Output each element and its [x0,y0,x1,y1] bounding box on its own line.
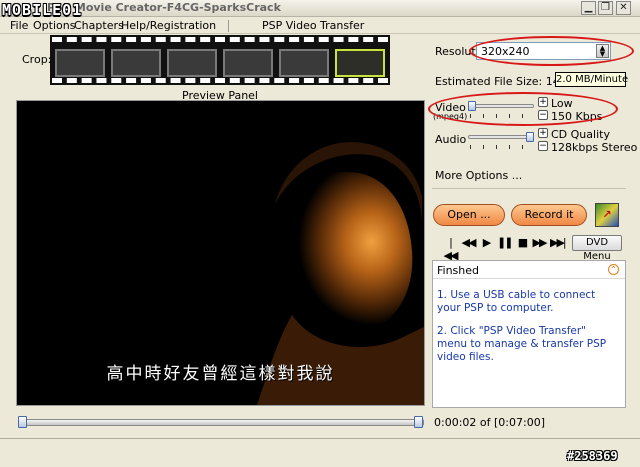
crop-label: Crop: [22,53,52,66]
preview-panel: 高中時好友曾經這樣對我說 [16,100,425,406]
status-step-2: 2. Click "PSP Video Transfer" menu to ma… [437,325,607,363]
menu-options[interactable]: Options [33,19,75,32]
minimize-icon[interactable]: ▁ [581,1,596,15]
crop-frame-2[interactable] [111,49,161,77]
play-icon[interactable]: ▶ [479,236,493,249]
crop-filmstrip [50,35,390,85]
menu-bar: File Options Chapters Help/Registration … [0,18,640,34]
video-subtitle: 高中時好友曾經這樣對我說 [106,364,335,384]
skip-forward-icon[interactable]: ▶▶| [550,236,567,249]
watermark-id: #258369 [567,449,618,463]
open-button[interactable]: Open ... [433,204,505,226]
skip-back-icon[interactable]: |◀◀ [443,236,459,262]
fast-forward-icon[interactable]: ▶▶ [532,236,548,249]
more-options-link[interactable]: More Options ... [435,169,522,182]
audio-bitrate-value: 128kbps Stereo [551,141,638,154]
status-step-1: 1. Use a USB cable to connect your PSP t… [437,289,596,314]
audio-quality-slider[interactable] [468,135,534,139]
record-button[interactable]: Record it [511,204,587,226]
psp-logo-icon[interactable]: ↗ [595,203,619,227]
status-divider [433,278,625,279]
video-highlight-oval [428,92,618,126]
restore-icon[interactable]: ❐ [598,1,613,15]
menu-divider [228,20,229,32]
menu-help-registration[interactable]: Help/Registration [121,19,216,32]
pause-icon[interactable]: ❚❚ [497,236,513,249]
status-title: Finshed [437,264,480,277]
audio-quality-value: CD Quality [551,128,610,141]
rate-badge: 2.0 MB/Minute [555,72,629,87]
audio-slider-thumb[interactable] [526,132,534,142]
status-panel: Finshed ⌃ 1. Use a USB cable to connect … [432,260,626,408]
rewind-icon[interactable]: ◀◀ [461,236,477,249]
collapse-icon[interactable]: ⌃ [608,264,619,275]
audio-label: Audio [435,133,467,146]
audio-ticks [470,145,534,149]
position-slider-thumb[interactable] [18,416,27,428]
resolution-highlight-oval [469,36,634,66]
crop-frame-1[interactable] [55,49,105,77]
minus-icon[interactable]: − [538,141,548,151]
position-slider[interactable] [18,419,424,426]
menu-file[interactable]: File [10,19,28,32]
crop-frame-6[interactable] [335,49,385,77]
plus-icon[interactable]: + [538,128,548,138]
dvd-menu-button[interactable]: DVD Menu [572,235,622,262]
position-end-marker[interactable] [414,416,423,428]
bottom-divider [0,438,640,439]
time-readout: 0:00:02 of [0:07:00] [434,416,545,429]
crop-frame-3[interactable] [167,49,217,77]
close-icon[interactable]: ✕ [616,1,631,15]
stop-icon[interactable]: ■ [515,236,529,249]
divider [432,188,626,189]
menu-chapters[interactable]: Chapters [74,19,124,32]
menu-psp-video-transfer[interactable]: PSP Video Transfer [262,19,364,32]
crop-frame-4[interactable] [223,49,273,77]
crop-frame-5[interactable] [279,49,329,77]
